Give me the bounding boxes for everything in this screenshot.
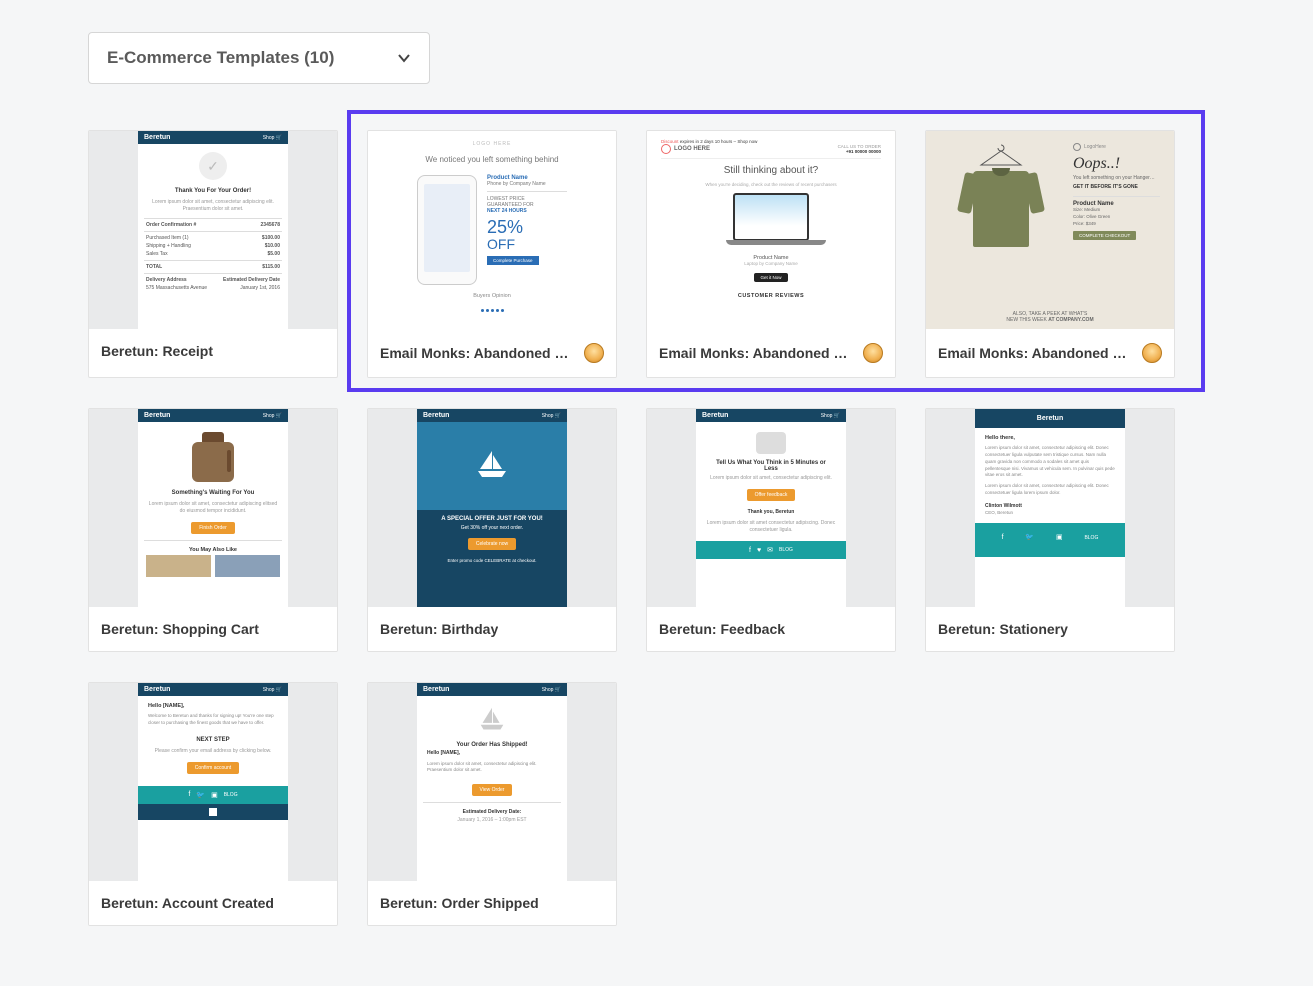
template-preview: LogoHere Oops..! You left something on y…	[926, 131, 1174, 329]
template-preview: BeretunShop 🛒 Something's Waiting For Yo…	[89, 409, 337, 607]
laptop-illustration	[726, 193, 816, 249]
template-preview: BeretunShop 🛒 Your Order Has Shipped! He…	[368, 683, 616, 881]
template-card-abandoned-2[interactable]: LOGO HERE We noticed you left something …	[367, 130, 617, 378]
template-preview: Beretun Hello there, Lorem ipsum dolor s…	[926, 409, 1174, 607]
author-badge-icon	[1142, 343, 1162, 363]
category-dropdown[interactable]: E-Commerce Templates (10)	[88, 32, 430, 84]
template-title: Beretun: Order Shipped	[380, 895, 539, 911]
template-preview: BeretunShop 🛒 ✓ Thank You For Your Order…	[89, 131, 337, 329]
template-title: Email Monks: Abandoned Cart 2	[380, 345, 578, 361]
flask-illustration	[192, 432, 234, 482]
dropdown-label: E-Commerce Templates (10)	[107, 48, 334, 68]
template-title: Beretun: Feedback	[659, 621, 785, 637]
template-card-feedback[interactable]: BeretunShop 🛒 Tell Us What You Think in …	[646, 408, 896, 652]
template-title: Beretun: Stationery	[938, 621, 1068, 637]
chevron-down-icon	[397, 51, 411, 65]
template-title: Beretun: Birthday	[380, 621, 498, 637]
template-card-stationery[interactable]: Beretun Hello there, Lorem ipsum dolor s…	[925, 408, 1175, 652]
template-preview: BeretunShop 🛒 Tell Us What You Think in …	[647, 409, 895, 607]
template-preview: BeretunShop 🛒 A SPECIAL OFFER JUST FOR Y…	[368, 409, 616, 607]
phone-illustration	[417, 175, 477, 285]
sailboat-icon	[474, 447, 510, 485]
template-title: Beretun: Shopping Cart	[101, 621, 259, 637]
template-title: Beretun: Receipt	[101, 343, 213, 359]
template-card-account-created[interactable]: BeretunShop 🛒 Hello [NAME], Welcome to B…	[88, 682, 338, 926]
author-badge-icon	[863, 343, 883, 363]
speech-bubble-icon	[756, 432, 786, 454]
sailboat-icon	[475, 704, 509, 734]
author-badge-icon	[584, 343, 604, 363]
shirt-illustration	[973, 171, 1029, 247]
template-preview: BeretunShop 🛒 Hello [NAME], Welcome to B…	[89, 683, 337, 881]
template-card-shopping-cart[interactable]: BeretunShop 🛒 Something's Waiting For Yo…	[88, 408, 338, 652]
template-title: Email Monks: Abandoned Cart 3	[938, 345, 1136, 361]
template-preview: LOGO HERE We noticed you left something …	[368, 131, 616, 329]
template-title: Beretun: Account Created	[101, 895, 274, 911]
template-grid: BeretunShop 🛒 ✓ Thank You For Your Order…	[88, 130, 1225, 926]
template-card-abandoned-1[interactable]: Discount expires in 2 days 10 hours – Sh…	[646, 130, 896, 378]
template-card-receipt[interactable]: BeretunShop 🛒 ✓ Thank You For Your Order…	[88, 130, 338, 378]
template-card-order-shipped[interactable]: BeretunShop 🛒 Your Order Has Shipped! He…	[367, 682, 617, 926]
template-preview: Discount expires in 2 days 10 hours – Sh…	[647, 131, 895, 329]
template-card-abandoned-3[interactable]: LogoHere Oops..! You left something on y…	[925, 130, 1175, 378]
template-card-birthday[interactable]: BeretunShop 🛒 A SPECIAL OFFER JUST FOR Y…	[367, 408, 617, 652]
template-title: Email Monks: Abandoned Cart 1	[659, 345, 857, 361]
